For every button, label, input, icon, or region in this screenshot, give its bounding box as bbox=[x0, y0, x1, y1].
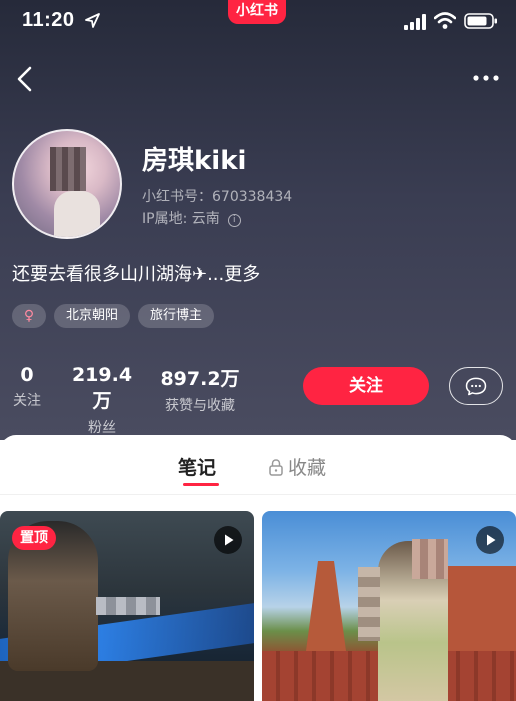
more-options-button[interactable] bbox=[466, 66, 506, 90]
back-button[interactable] bbox=[10, 62, 40, 96]
note-image-building bbox=[442, 566, 516, 656]
tab-collect-label: 收藏 bbox=[288, 457, 327, 479]
stat-likes-label: 获赞与收藏 bbox=[165, 398, 235, 414]
location-tag: 北京朝阳 bbox=[54, 304, 131, 328]
wifi-icon bbox=[434, 12, 456, 29]
stat-following-value: 0 bbox=[20, 364, 34, 386]
profile-nickname: 房琪kiki bbox=[142, 146, 247, 176]
profile-stats: 0 关注 219.4万 粉丝 897.2万 获赞与收藏 bbox=[0, 364, 300, 436]
role-tag: 旅行博主 bbox=[138, 304, 215, 328]
profile-header: 11:20 小红书 房琪kiki 小红书号：670338434 IP属地: 云南… bbox=[0, 0, 516, 440]
info-icon[interactable]: i bbox=[227, 214, 241, 227]
note-image-blur bbox=[96, 597, 160, 615]
gender-tag: ♀ bbox=[12, 304, 46, 328]
location-arrow-icon bbox=[85, 13, 100, 28]
message-button[interactable] bbox=[449, 367, 503, 405]
note-image-blur bbox=[358, 567, 380, 641]
content-panel: 笔记 收藏 置顶 bbox=[0, 435, 516, 701]
ip-location-text: IP属地: 云南 bbox=[142, 211, 220, 227]
signal-icon bbox=[404, 14, 426, 30]
status-time: 11:20 bbox=[22, 9, 75, 31]
pinned-badge: 置顶 bbox=[12, 526, 56, 550]
stat-followers-label: 粉丝 bbox=[88, 420, 116, 436]
stat-likes-value: 897.2万 bbox=[160, 368, 240, 390]
avatar[interactable] bbox=[12, 129, 122, 239]
note-card[interactable] bbox=[262, 511, 516, 701]
content-tabs: 笔记 收藏 bbox=[0, 435, 516, 495]
lock-icon bbox=[269, 459, 283, 476]
note-image-blur bbox=[412, 539, 448, 579]
follow-button[interactable]: 关注 bbox=[303, 367, 429, 405]
tab-notes[interactable]: 笔记 bbox=[178, 453, 216, 480]
profile-bio[interactable]: 还要去看很多山川湖海✈...更多 bbox=[12, 260, 260, 286]
avatar-face-blurred bbox=[50, 147, 86, 191]
note-card[interactable]: 置顶 bbox=[0, 511, 254, 701]
play-icon bbox=[476, 526, 504, 554]
tab-active-indicator bbox=[183, 483, 219, 486]
profile-tags: ♀ 北京朝阳 旅行博主 bbox=[12, 304, 215, 328]
stat-following-label: 关注 bbox=[13, 393, 41, 409]
battery-icon bbox=[464, 13, 497, 29]
profile-red-id: 小红书号：670338434 bbox=[142, 189, 293, 205]
app-badge: 小红书 bbox=[228, 0, 286, 24]
stat-followers-value: 219.4万 bbox=[71, 364, 133, 412]
tab-collect[interactable]: 收藏 bbox=[268, 453, 326, 480]
message-icon bbox=[465, 377, 487, 396]
play-icon bbox=[214, 526, 242, 554]
stat-following[interactable]: 0 关注 bbox=[10, 364, 44, 410]
avatar-body bbox=[54, 191, 100, 237]
profile-ip-location: IP属地: 云南 i bbox=[142, 208, 241, 228]
stat-followers[interactable]: 219.4万 粉丝 bbox=[64, 364, 140, 437]
note-image-tower bbox=[306, 561, 346, 651]
status-bar: 11:20 小红书 bbox=[0, 0, 516, 44]
stat-likes-collects[interactable]: 897.2万 获赞与收藏 bbox=[158, 364, 242, 415]
